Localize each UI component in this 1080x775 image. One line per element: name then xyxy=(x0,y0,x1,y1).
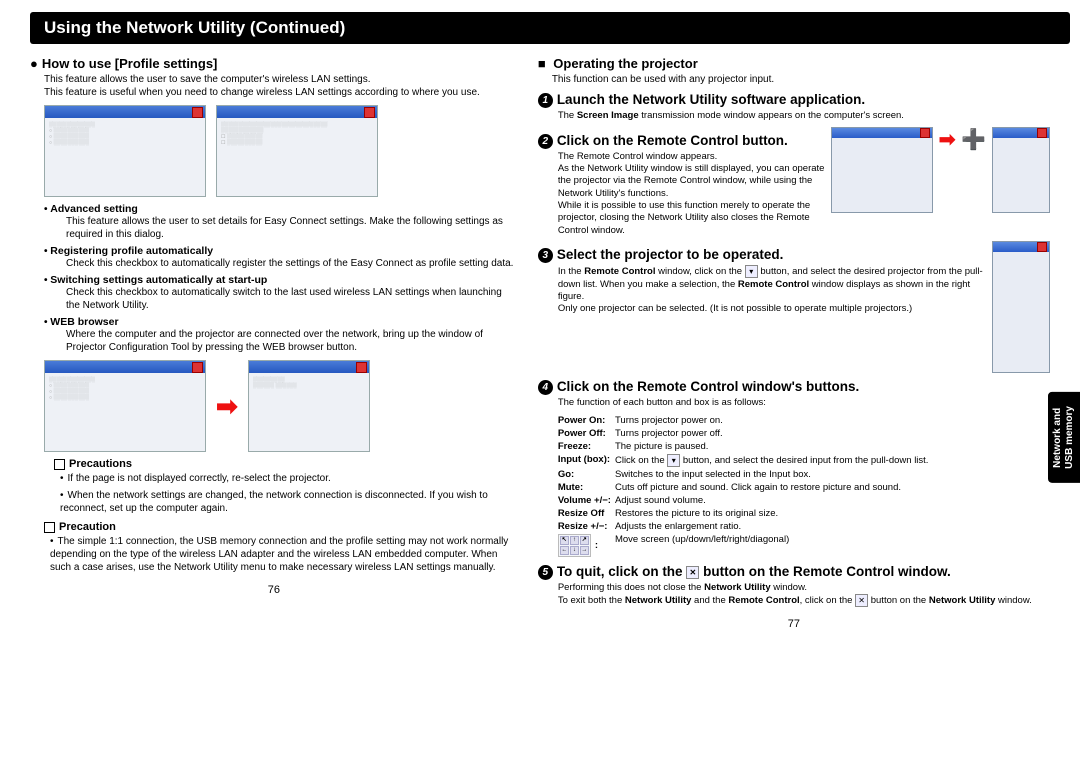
precaution-heading: Precaution xyxy=(44,521,518,533)
dropdown-icon: ▾ xyxy=(745,265,758,278)
step-heading: 4Click on the Remote Control window's bu… xyxy=(538,379,1050,395)
page-title: Using the Network Utility (Continued) xyxy=(30,12,1070,44)
remote-control-window xyxy=(992,241,1050,373)
step-heading: 5To quit, click on the ✕ button on the R… xyxy=(538,564,1050,580)
step-body: The Screen Image transmission mode windo… xyxy=(558,110,1050,122)
network-utility-window xyxy=(831,127,933,213)
precaution-item: •When the network settings are changed, … xyxy=(60,489,518,515)
dropdown-icon: ▾ xyxy=(667,454,680,467)
screenshot-row-2: ░░░░░░░░░░░░░○ ░░░░░░░░░░○ ░░░░░░░░░░○ ░… xyxy=(44,360,518,452)
right-column: ■ Operating the projector This function … xyxy=(538,52,1050,630)
arrow-right-icon: ➡ xyxy=(216,391,238,422)
close-icon xyxy=(364,107,375,118)
close-icon xyxy=(192,107,203,118)
list-item: • WEB browser Where the computer and the… xyxy=(44,316,518,354)
wireless-settings-window: ░░░░░░░░░░░░░○ ░░░░░░░░░░○ ░░░░░░░░░░○ ░… xyxy=(44,105,206,197)
left-column: ●How to use [Profile settings] This feat… xyxy=(30,52,518,630)
step-number-icon: 4 xyxy=(538,380,553,395)
close-icon xyxy=(1037,128,1047,138)
list-item: • Advanced setting This feature allows t… xyxy=(44,203,518,241)
page-number: 77 xyxy=(538,618,1050,630)
square-icon: ■ xyxy=(538,56,546,71)
step-heading: 2Click on the Remote Control button. xyxy=(538,133,825,149)
step-number-icon: 3 xyxy=(538,248,553,263)
arrow-right-icon: ➡ ➕ xyxy=(939,127,986,152)
section-tab: Network and USB memory xyxy=(1048,392,1080,483)
close-icon: ✕ xyxy=(855,594,868,607)
section-heading-operating: ■ Operating the projector xyxy=(538,56,1050,71)
step-intro: The function of each button and box is a… xyxy=(558,397,1050,409)
step-body: In the Remote Control window, click on t… xyxy=(558,265,986,315)
step-number-icon: 2 xyxy=(538,134,553,149)
step-body: The Remote Control window appears. As th… xyxy=(558,151,825,237)
web-browser-window: ░░░░░░░░░░░░░░░ ░░░░░░ xyxy=(248,360,370,452)
wireless-settings-window-2: ░░░░░░░░░░░░░○ ░░░░░░░░░░○ ░░░░░░░░░░○ ░… xyxy=(44,360,206,452)
step-number-icon: 1 xyxy=(538,93,553,108)
precautions-heading: Precautions xyxy=(54,458,518,470)
dpad-icon: ↖↑↗←↓→ xyxy=(558,534,591,557)
close-icon xyxy=(1037,242,1047,252)
step-body: Performing this does not close the Netwo… xyxy=(558,582,1050,608)
section-heading-profile: ●How to use [Profile settings] xyxy=(30,56,518,71)
section-intro: This function can be used with any proje… xyxy=(552,73,1050,86)
button-function-table: Power On:Turns projector power on. Power… xyxy=(558,414,933,558)
page-number: 76 xyxy=(30,584,518,596)
step-heading: 1Launch the Network Utility software app… xyxy=(538,92,1050,108)
section-intro: This feature allows the user to save the… xyxy=(44,73,518,99)
bullet-icon: ● xyxy=(30,56,38,71)
close-icon xyxy=(192,362,203,373)
list-item: • Switching settings automatically at st… xyxy=(44,274,518,312)
screenshot-row-1: ░░░░░░░░░░░░░○ ░░░░░░░░░░○ ░░░░░░░░░░○ ░… xyxy=(44,105,518,197)
close-icon: ✕ xyxy=(686,566,699,579)
profile-settings-window: ░░░░░░░░░░░░░░░░░░░░░░░░░░░░░░░░░░░░░░░░… xyxy=(216,105,378,197)
close-icon xyxy=(920,128,930,138)
precaution-item: •If the page is not displayed correctly,… xyxy=(60,472,518,485)
precaution-item: •The simple 1:1 connection, the USB memo… xyxy=(50,535,518,574)
remote-control-window-small xyxy=(992,127,1050,213)
step-heading: 3Select the projector to be operated. xyxy=(538,247,986,263)
close-icon xyxy=(356,362,367,373)
step-number-icon: 5 xyxy=(538,565,553,580)
list-item: • Registering profile automatically Chec… xyxy=(44,245,518,270)
